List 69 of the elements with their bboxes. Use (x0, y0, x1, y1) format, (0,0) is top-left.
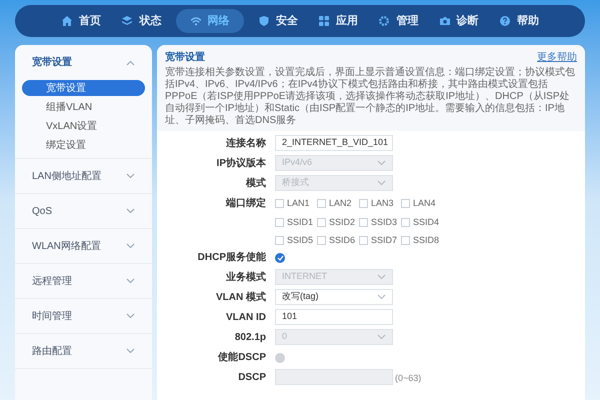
field-label: VLAN ID (225, 310, 267, 324)
sidebar-item[interactable]: 组播VLAN (22, 99, 145, 115)
sidebar-group[interactable]: 时间管理 (15, 299, 152, 334)
nav-tab[interactable]: 管理 (372, 9, 424, 33)
checkbox[interactable]: LAN4 (401, 197, 443, 210)
nav-tab[interactable]: 应用 (312, 9, 364, 33)
range-hint: (0~63) (395, 372, 422, 385)
nav-tab[interactable]: 首页 (55, 9, 107, 33)
sidebar-item[interactable]: 宽带设置 (22, 80, 145, 96)
chevron-icon (126, 173, 135, 179)
home-icon (61, 15, 73, 27)
sidebar-group[interactable]: 远程管理 (15, 264, 152, 299)
checkbox[interactable]: LAN1 (275, 197, 317, 210)
nav-tab[interactable]: 帮助 (492, 9, 545, 33)
layers-icon (121, 15, 134, 27)
nav-tab[interactable]: 诊断 (432, 9, 485, 33)
field-label: DSCP (237, 370, 267, 384)
field-label: IP协议版本 (216, 156, 267, 171)
input-field[interactable]: 101 (275, 308, 393, 324)
checked-circle-icon[interactable] (275, 252, 285, 262)
sidebar-group[interactable]: QoS (15, 194, 152, 229)
sidebar-item[interactable]: VxLAN设置 (22, 118, 145, 134)
field-label: 802.1p (234, 330, 267, 344)
field-label: VLAN 模式 (215, 290, 267, 304)
section-title: 宽带设置 (165, 50, 205, 65)
chevron-icon (126, 243, 135, 249)
checkbox[interactable]: SSID3 (359, 216, 401, 229)
checkbox[interactable]: SSID4 (401, 216, 443, 229)
chevron-icon (126, 348, 135, 354)
nav-tab[interactable]: 安全 (252, 9, 304, 33)
settings-icon (378, 15, 390, 27)
field-label: 模式 (244, 176, 267, 191)
checkbox[interactable]: SSID2 (317, 216, 359, 229)
description-text: 宽带连接相关参数设置，设置完成后，界面上显示普通设置信息：端口绑定设置；协议模式包括IPv4、IPv6、IPv4/IPv6；在IPv4协议下模式包括路由和桥接，其中路由模式设置包括PPPoE（若ISP使用PPPoE请选择该项，选择该操作将动态获取IP地址）、DHCP（从ISP处自动得到一个IP地址）和Static（由ISP配置一个静态的IP地址。需要输入的信息包括：IP地址、子网掩码、首选DNS服务 (165, 67, 576, 127)
chevron-icon (126, 278, 135, 284)
checkbox[interactable]: LAN2 (317, 197, 359, 210)
help-icon (498, 15, 511, 27)
caret-icon (377, 160, 386, 166)
camera-icon (438, 15, 451, 27)
caret-icon (377, 274, 386, 280)
checkbox[interactable]: SSID6 (317, 234, 359, 248)
checkbox[interactable]: SSID7 (359, 234, 401, 248)
field-label: DHCP服务使能 (196, 250, 267, 264)
shield-icon (258, 15, 270, 27)
field-label: 连接名称 (225, 136, 267, 151)
checkbox[interactable]: LAN3 (359, 197, 401, 210)
field-label: 使能DSCP (216, 350, 267, 364)
sidebar-group[interactable]: 宽带设置 (15, 45, 152, 80)
chevron-icon (126, 313, 135, 319)
chevron-icon (126, 208, 135, 214)
dropdown-field[interactable]: 改写(tag) (275, 288, 393, 304)
sidebar-group[interactable]: WLAN网络配置 (15, 229, 152, 264)
chevron-icon (126, 60, 135, 66)
caret-icon (377, 180, 386, 186)
sidebar-group[interactable]: 路由配置 (15, 334, 152, 369)
grid-icon (318, 15, 330, 27)
field-label: 业务模式 (225, 270, 267, 284)
caret-icon (377, 334, 386, 340)
checkbox[interactable]: SSID1 (275, 216, 317, 229)
checkbox[interactable]: SSID5 (275, 234, 317, 248)
sidebar-group[interactable]: LAN侧地址配置 (15, 159, 152, 194)
help-link[interactable]: 更多帮助 (537, 50, 577, 65)
sidebar-item[interactable]: 绑定设置 (22, 137, 145, 153)
field-label: 端口绑定 (224, 196, 267, 211)
caret-icon (377, 294, 386, 300)
dropdown-field[interactable]: 2_INTERNET_B_VID_101 (275, 135, 393, 151)
nav-tab[interactable]: 状态 (115, 9, 168, 33)
checkbox[interactable]: SSID8 (401, 234, 443, 248)
wifi-icon (190, 15, 202, 27)
